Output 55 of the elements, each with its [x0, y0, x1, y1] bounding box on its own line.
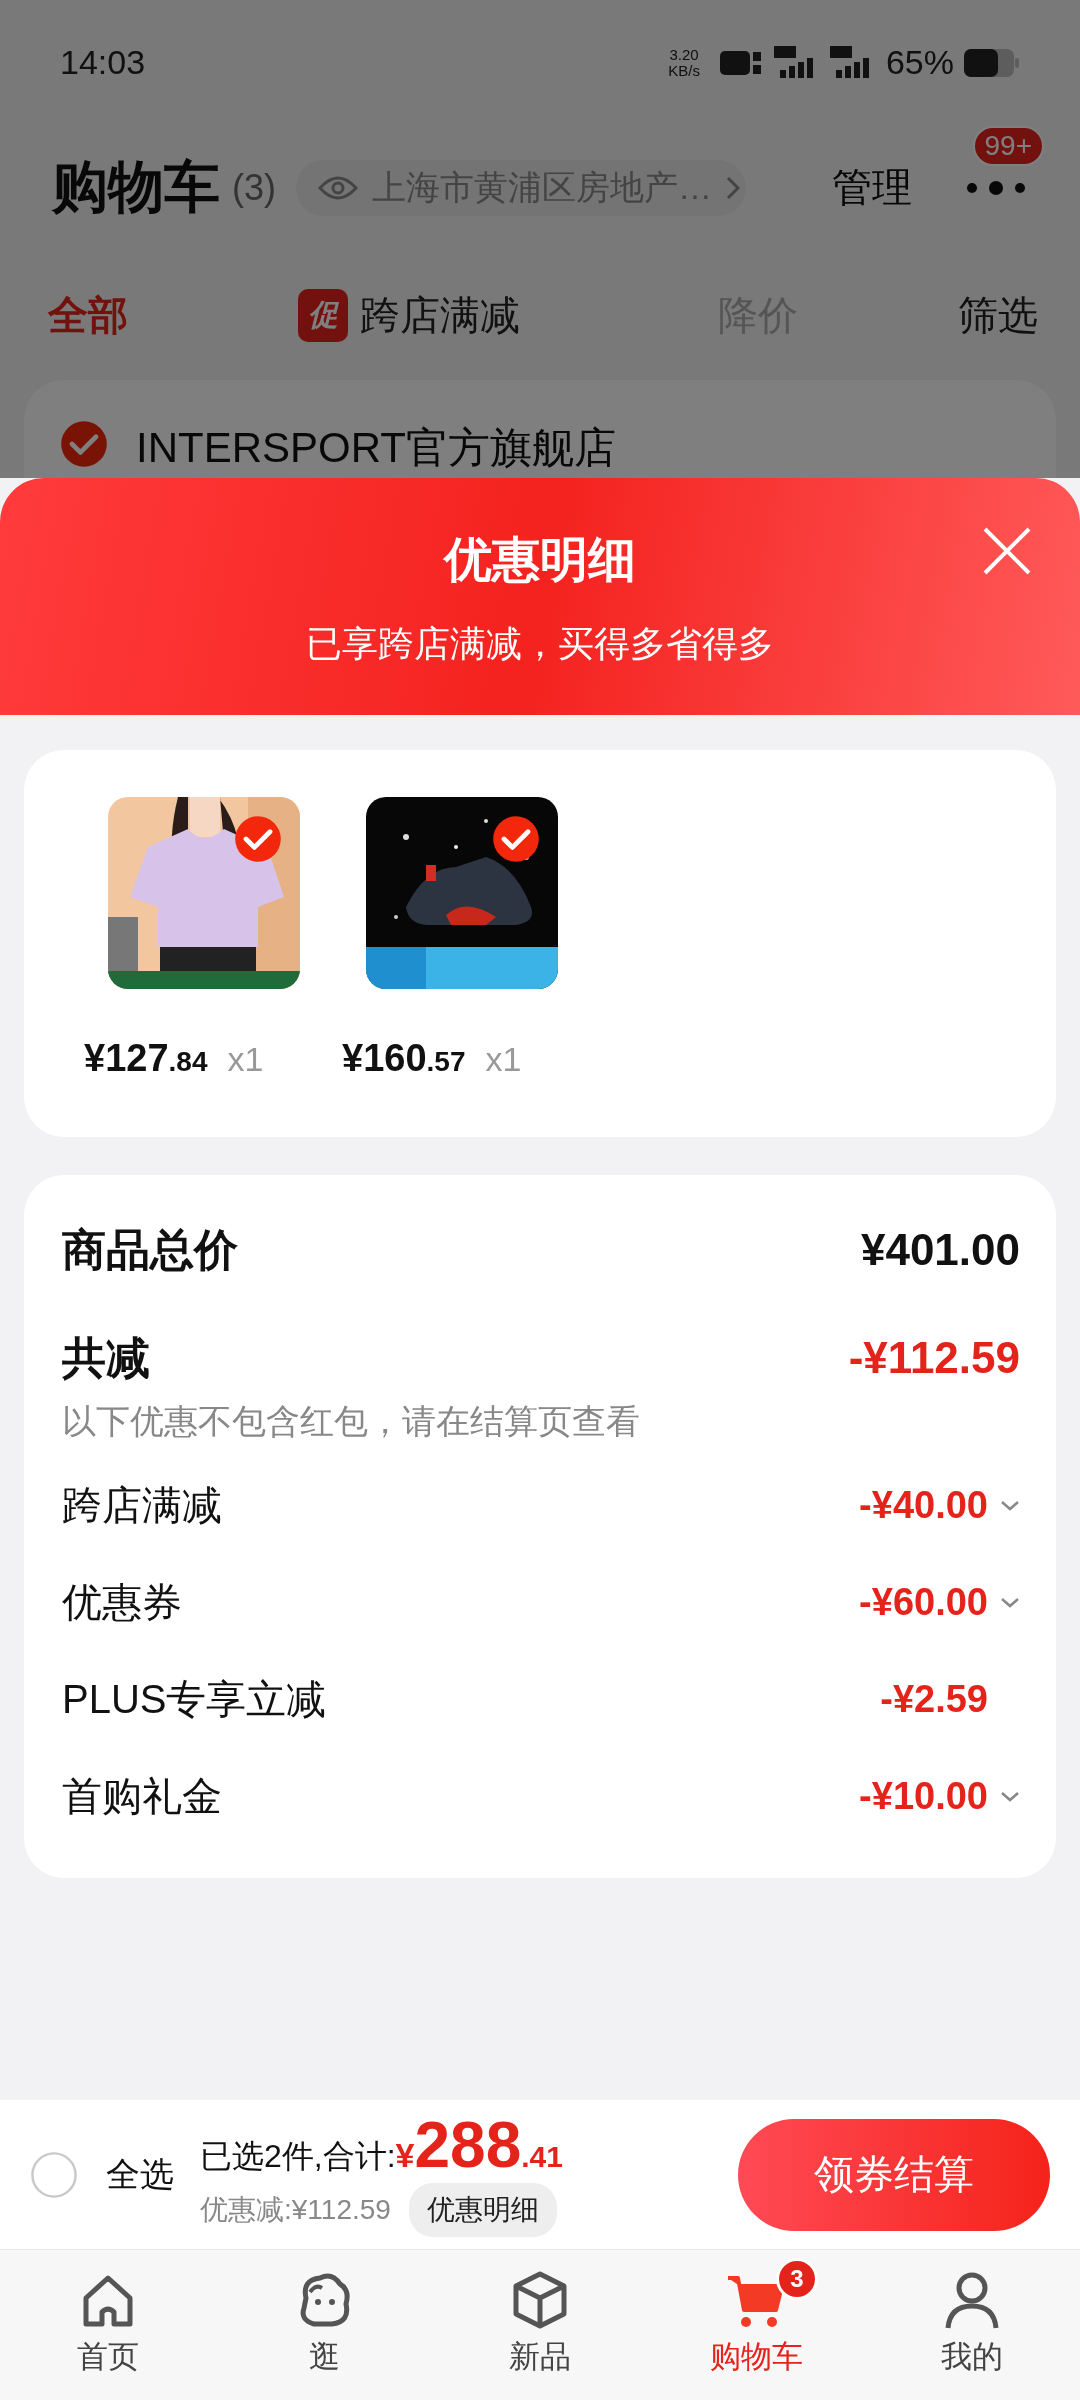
selected-count: 已选2件,合计:	[200, 2136, 396, 2176]
sheet-title: 优惠明细	[444, 532, 636, 588]
status-time: 14:03	[60, 43, 146, 82]
sheet-subtitle: 已享跨店满减，买得多省得多	[306, 622, 774, 666]
discount-row-label: 优惠券	[62, 1579, 182, 1626]
battery-percent: 65%	[885, 43, 954, 82]
chevron-down-icon	[1000, 1499, 1020, 1512]
network-speed: 3.20	[669, 46, 699, 63]
item-checkbox[interactable]	[234, 815, 282, 863]
speed-unit: KB/s	[668, 62, 700, 79]
nav-tab[interactable]: 首页	[0, 2250, 216, 2400]
more-icon[interactable]	[964, 179, 1028, 196]
saved-amount: 优惠减:¥112.59	[200, 2192, 391, 2227]
expandable-discount-value[interactable]: -¥60.00	[859, 1581, 1020, 1624]
notification-badge: 99+	[972, 125, 1044, 166]
battery-icon	[964, 48, 1020, 77]
filter-tab[interactable]: 促 跨店满减	[298, 287, 718, 343]
discount-label: 共减	[62, 1331, 150, 1384]
discount-row-label: 首购礼金	[62, 1773, 222, 1820]
nav-tab[interactable]: 购物车 3	[648, 2250, 864, 2400]
item-quantity: x1	[485, 1040, 522, 1079]
manage-link[interactable]: 管理	[832, 160, 912, 215]
select-all-label[interactable]: 全选	[106, 2151, 174, 2198]
item-price: ¥127.84	[84, 1037, 208, 1080]
total-amount: ¥288.41	[395, 2112, 563, 2177]
item-checkbox[interactable]	[492, 815, 540, 863]
discount-note: 以下优惠不包含红包，请在结算页查看	[62, 1401, 641, 1442]
chevron-right-icon	[726, 175, 740, 200]
chevron-down-icon	[1000, 1790, 1020, 1803]
chevron-down-icon	[1000, 1596, 1020, 1609]
total-label: 商品总价	[62, 1223, 238, 1276]
discount-value: -¥112.59	[848, 1333, 1020, 1383]
checkout-button[interactable]: 领券结算	[738, 2118, 1050, 2231]
select-all-checkbox[interactable]	[30, 2150, 78, 2199]
item-quantity: x1	[227, 1040, 264, 1079]
nav-tab[interactable]: 新品	[432, 2250, 648, 2400]
close-button[interactable]	[982, 526, 1032, 576]
nav-tab[interactable]: 逛	[216, 2250, 432, 2400]
filter-tab[interactable]: 筛选	[958, 287, 1038, 343]
discount-row-label: 跨店满减	[62, 1482, 222, 1529]
item-price: ¥160.57	[342, 1037, 466, 1080]
discount-row-value: -¥2.59	[880, 1678, 988, 1721]
cart-count-badge: 3	[776, 2258, 818, 2300]
store-checkbox[interactable]	[60, 420, 108, 468]
store-name[interactable]: INTERSPORT官方旗舰店	[136, 420, 616, 476]
promo-tag: 促	[298, 288, 348, 342]
cart-title: 购物车	[52, 153, 220, 220]
nav-tab[interactable]: 我的	[864, 2250, 1080, 2400]
cart-count: (3)	[232, 166, 276, 209]
total-value: ¥401.00	[860, 1225, 1020, 1275]
discount-row-label: PLUS专享立减	[62, 1676, 327, 1723]
discount-detail-button[interactable]: 优惠明细	[408, 2182, 557, 2237]
filter-tab[interactable]: 全部	[48, 287, 298, 343]
expandable-discount-value[interactable]: -¥40.00	[859, 1484, 1020, 1527]
expandable-discount-value[interactable]: -¥10.00	[859, 1775, 1020, 1818]
